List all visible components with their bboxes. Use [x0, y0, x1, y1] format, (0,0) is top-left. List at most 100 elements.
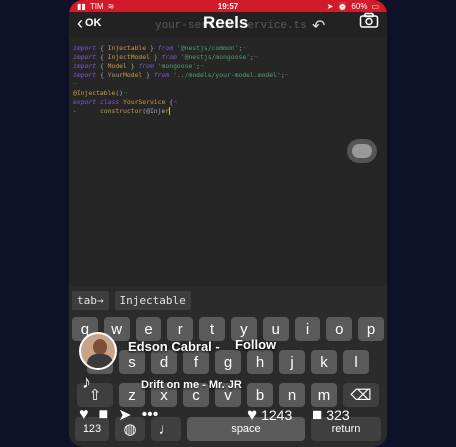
heart-icon[interactable]: ♥	[79, 406, 89, 424]
key-n[interactable]: n	[279, 383, 305, 407]
song-title[interactable]: Drift on me - Mr. JR	[141, 379, 242, 391]
code-token: from	[161, 53, 181, 61]
clock: 19:57	[217, 1, 239, 11]
carrier-label: TIM	[89, 1, 104, 11]
code-token: import	[73, 62, 100, 70]
code-token: ▸	[73, 107, 100, 115]
code-line: @Injectable()¬	[73, 89, 383, 98]
alarm-icon: ⏰	[337, 1, 348, 11]
key-j[interactable]: j	[279, 350, 305, 374]
code-line: ▸ constructor(@Injer	[73, 107, 383, 116]
undo-icon[interactable]: ↶	[312, 16, 325, 36]
code-token: ¬	[242, 44, 247, 52]
code-token: ¬	[200, 62, 204, 70]
status-bar: ▮▮ TIM ≋ 19:57 ➤ ⏰ 60% ▭	[69, 0, 387, 12]
key-l[interactable]: l	[343, 350, 369, 374]
code-token: import	[73, 44, 100, 52]
code-line: import { Injectable } from '@nestjs/comm…	[73, 44, 383, 53]
floating-toggle-button[interactable]	[347, 139, 377, 163]
code-token: '@nestjs/common'	[176, 44, 239, 52]
comment-count: 323	[326, 407, 350, 423]
battery-label: 60%	[351, 1, 368, 11]
editor-toolbar: ‹ OK your-service.service.ts Reels ↶	[69, 12, 387, 38]
code-token: }	[146, 44, 158, 52]
code-token: {	[99, 53, 108, 61]
code-line: export class YourService {¬	[73, 98, 383, 107]
key-r[interactable]: r	[167, 317, 194, 341]
key-k[interactable]: k	[311, 350, 337, 374]
code-line: ¬	[73, 80, 383, 89]
code-token: }	[149, 53, 162, 61]
share-icon[interactable]: ➤	[118, 405, 131, 425]
code-line: import { InjectModel } from '@nestjs/mon…	[73, 53, 383, 62]
like-count-button[interactable]: ♥ 1243	[247, 405, 292, 425]
code-token: {	[99, 62, 108, 70]
status-right: ➤ ⏰ 60% ▭	[259, 2, 379, 11]
back-button[interactable]: ‹ OK	[77, 14, 102, 32]
code-token: export	[73, 98, 100, 106]
code-token: }	[126, 62, 139, 70]
code-token: ()	[115, 89, 124, 97]
code-token: import	[73, 53, 100, 61]
key-h[interactable]: h	[247, 350, 273, 374]
screen: ▮▮ TIM ≋ 19:57 ➤ ⏰ 60% ▭ ‹ OK your-servi…	[0, 0, 456, 447]
code-token: from	[153, 71, 174, 79]
code-token: Model	[107, 62, 127, 70]
code-token: ¬	[173, 98, 177, 106]
suggestion-bar: tab→ Injectable	[69, 286, 387, 314]
phone-frame: ▮▮ TIM ≋ 19:57 ➤ ⏰ 60% ▭ ‹ OK your-servi…	[69, 0, 387, 447]
comment-count-button[interactable]: ■ 323	[312, 405, 350, 425]
code-token: 'mongoose'	[157, 62, 197, 70]
location-icon: ➤	[326, 1, 334, 11]
key-t[interactable]: t	[199, 317, 225, 341]
reels-title: Reels	[203, 13, 249, 32]
shift-icon[interactable]: ⇧	[77, 383, 113, 407]
reel-username[interactable]: Edson Cabral -	[128, 339, 220, 354]
code-token: {	[99, 71, 108, 79]
suggestion-injectable[interactable]: Injectable	[114, 290, 191, 310]
code-token: @Injectable	[73, 89, 116, 97]
heart-icon: ♥	[247, 405, 258, 424]
like-count: 1243	[261, 407, 293, 423]
code-token: InjectModel	[107, 53, 150, 61]
key-row-1: qwertyuiop	[69, 317, 387, 341]
code-line: import { YourModel } from '../models/you…	[73, 71, 383, 80]
text-cursor	[169, 107, 171, 115]
code-token: YourService	[123, 98, 170, 106]
code-token: from	[138, 62, 158, 70]
signal-icon: ▮▮	[77, 1, 86, 11]
suggestion-tab[interactable]: tab→	[72, 290, 109, 310]
camera-icon[interactable]	[359, 12, 379, 28]
code-editor[interactable]: import { Injectable } from '@nestjs/comm…	[69, 38, 387, 286]
more-icon[interactable]: •••	[142, 406, 159, 424]
key-e[interactable]: e	[135, 317, 162, 341]
code-token: ¬	[123, 89, 127, 97]
comment-icon[interactable]: ■	[99, 406, 109, 424]
status-left: ▮▮ TIM ≋	[77, 2, 197, 11]
key-o[interactable]: o	[326, 317, 353, 341]
code-token: '../models/your-model.model'	[173, 71, 281, 79]
back-label: OK	[85, 17, 102, 29]
battery-icon: ▭	[371, 1, 379, 11]
code-token: {	[99, 44, 108, 52]
key-m[interactable]: m	[311, 383, 337, 407]
code-token: '@nestjs/mongoose'	[180, 53, 251, 61]
code-token: ¬	[284, 71, 289, 79]
code-token: class	[99, 98, 124, 106]
key-p[interactable]: p	[358, 317, 384, 341]
backspace-icon[interactable]: ⌫	[343, 383, 379, 407]
code-token: }	[142, 71, 154, 79]
comment-icon: ■	[312, 405, 323, 424]
code-token: (@Injer	[142, 107, 170, 115]
code-line: import { Model } from 'mongoose';¬	[73, 62, 383, 71]
key-b[interactable]: b	[247, 383, 273, 407]
code-token: Injectable	[107, 44, 147, 52]
code-token: import	[73, 71, 100, 79]
key-i[interactable]: i	[294, 317, 321, 341]
code-token: YourModel	[107, 71, 143, 79]
code-token: ¬	[253, 53, 258, 61]
avatar[interactable]	[79, 332, 117, 370]
wifi-icon: ≋	[107, 1, 115, 11]
follow-button[interactable]: Follow	[235, 337, 276, 352]
code-token: ¬	[73, 80, 77, 88]
